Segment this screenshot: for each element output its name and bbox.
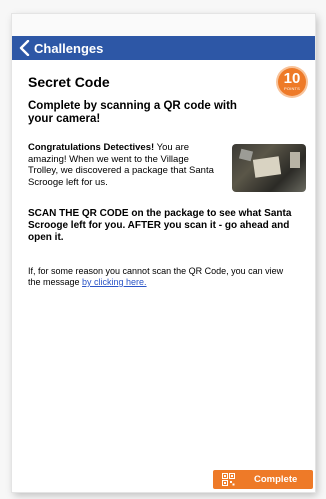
points-badge: 10 POINTS xyxy=(278,68,306,96)
photo-package xyxy=(252,156,282,178)
package-photo xyxy=(232,144,306,192)
fallback-body: If, for some reason you cannot scan the … xyxy=(28,266,284,287)
challenge-content: Secret Code 10 POINTS Complete by scanni… xyxy=(28,66,306,288)
scan-instructions: SCAN THE QR CODE on the package to see w… xyxy=(28,208,292,243)
story-section: Congratulations Detectives! You are amaz… xyxy=(28,142,306,198)
story-lead: Congratulations Detectives! xyxy=(28,142,155,153)
points-label: POINTS xyxy=(283,86,301,91)
challenge-title: Secret Code xyxy=(28,74,110,90)
story-text: Congratulations Detectives! You are amaz… xyxy=(28,142,220,188)
complete-button[interactable]: Complete xyxy=(213,470,313,489)
challenge-subtitle: Complete by scanning a QR code with your… xyxy=(28,100,237,125)
chevron-left-icon xyxy=(19,40,30,56)
back-button[interactable]: Challenges xyxy=(12,36,103,60)
points-value: 10 xyxy=(283,70,301,87)
title-row: Secret Code 10 POINTS xyxy=(28,66,306,96)
photo-detail-2 xyxy=(290,152,300,168)
fallback-text: If, for some reason you cannot scan the … xyxy=(28,266,298,288)
view-message-link[interactable]: by clicking here. xyxy=(82,277,147,287)
navigation-bar: Challenges xyxy=(12,36,315,60)
photo-detail xyxy=(238,148,254,162)
status-bar xyxy=(12,14,315,36)
complete-button-label: Complete xyxy=(254,474,298,485)
qr-code-icon xyxy=(222,473,235,486)
back-button-label: Challenges xyxy=(34,40,104,56)
